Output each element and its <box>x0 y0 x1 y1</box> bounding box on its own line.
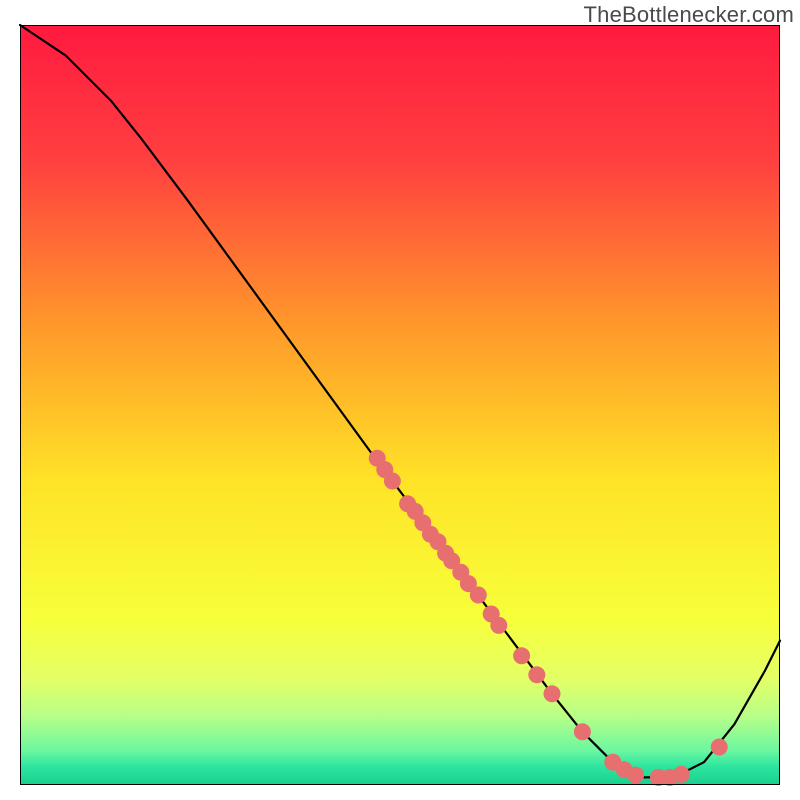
data-point <box>470 587 487 604</box>
data-point <box>528 666 545 683</box>
gradient-background <box>20 25 780 785</box>
data-point <box>673 766 690 783</box>
chart-container: TheBottlenecker.com <box>0 0 800 800</box>
data-point <box>574 723 591 740</box>
data-point <box>711 739 728 756</box>
bottleneck-curve-plot <box>0 0 800 800</box>
data-point <box>627 767 644 784</box>
data-point <box>490 617 507 634</box>
data-point <box>513 647 530 664</box>
data-point <box>384 473 401 490</box>
data-point <box>544 685 561 702</box>
